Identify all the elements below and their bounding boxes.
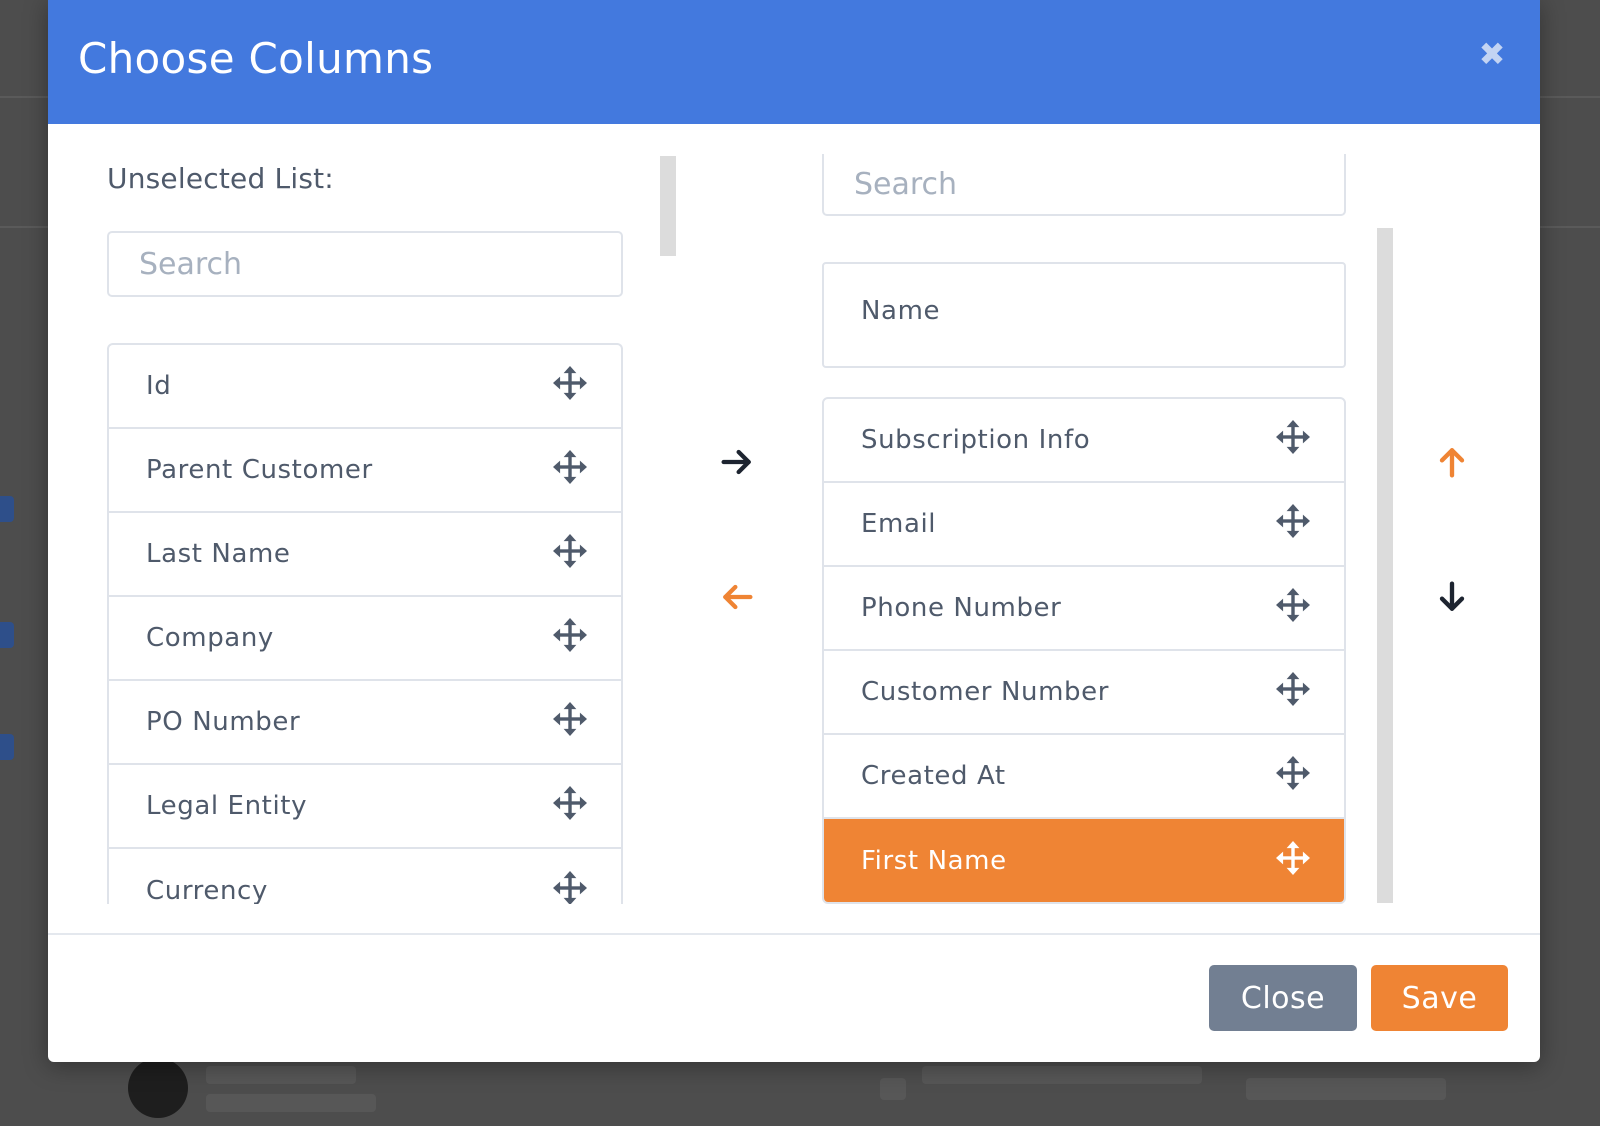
- list-item[interactable]: Email: [824, 483, 1344, 567]
- choose-columns-modal: Choose Columns ✖ Unselected List: Id Par…: [48, 0, 1540, 1062]
- backdrop-marker: [0, 734, 14, 760]
- move-icon[interactable]: [553, 450, 587, 484]
- selected-search-input[interactable]: [822, 154, 1346, 216]
- list-item[interactable]: PO Number: [109, 681, 621, 765]
- backdrop-text: [1246, 1078, 1446, 1100]
- arrow-up-icon[interactable]: [1432, 442, 1472, 482]
- list-item-label: Email: [861, 509, 937, 539]
- list-item-label: Customer Number: [861, 677, 1110, 707]
- list-item-label: Phone Number: [861, 593, 1062, 623]
- list-item-label: PO Number: [146, 707, 301, 737]
- backdrop-avatar: [128, 1058, 188, 1118]
- move-icon[interactable]: [553, 618, 587, 652]
- list-item[interactable]: Parent Customer: [109, 429, 621, 513]
- list-item[interactable]: Id: [109, 345, 621, 429]
- list-item[interactable]: Company: [109, 597, 621, 681]
- modal-title: Choose Columns: [78, 34, 434, 83]
- unselected-search-input[interactable]: [107, 231, 623, 297]
- move-icon[interactable]: [553, 366, 587, 400]
- pinned-column-name: Name: [822, 262, 1346, 368]
- list-item[interactable]: Created At: [824, 735, 1344, 819]
- move-icon[interactable]: [1276, 420, 1310, 454]
- save-button[interactable]: Save: [1371, 965, 1508, 1031]
- close-button[interactable]: Close: [1209, 965, 1357, 1031]
- list-item-label: Company: [146, 623, 274, 653]
- modal-header: Choose Columns ✖: [48, 0, 1540, 124]
- list-item[interactable]: Phone Number: [824, 567, 1344, 651]
- move-icon[interactable]: [553, 871, 587, 904]
- unselected-scrollbar[interactable]: [660, 156, 676, 256]
- unselected-list-label: Unselected List:: [107, 162, 334, 195]
- list-item[interactable]: Subscription Info: [824, 399, 1344, 483]
- arrow-down-icon[interactable]: [1432, 577, 1472, 617]
- list-item[interactable]: Legal Entity: [109, 765, 621, 849]
- list-item-label: Id: [146, 371, 172, 401]
- list-item-label: Legal Entity: [146, 791, 308, 821]
- backdrop-marker: [0, 622, 14, 648]
- selected-scrollbar[interactable]: [1377, 228, 1393, 903]
- move-icon[interactable]: [553, 786, 587, 820]
- list-item-label: Created At: [861, 761, 1006, 791]
- selected-list: Subscription Info Email Phone Number Cus…: [822, 397, 1346, 904]
- move-icon[interactable]: [1276, 504, 1310, 538]
- list-item-label: Parent Customer: [146, 455, 373, 485]
- move-icon[interactable]: [1276, 672, 1310, 706]
- backdrop-text: [206, 1094, 376, 1112]
- unselected-list: Id Parent Customer Last Name Company PO …: [107, 343, 623, 904]
- list-item-label: Subscription Info: [861, 425, 1091, 455]
- list-item-selected[interactable]: First Name: [824, 819, 1344, 902]
- backdrop-marker: [0, 496, 14, 522]
- list-item-label: First Name: [861, 846, 1007, 876]
- arrow-left-icon[interactable]: [717, 577, 757, 617]
- backdrop-text: [922, 1066, 1202, 1084]
- arrow-right-icon[interactable]: [717, 442, 757, 482]
- move-icon[interactable]: [553, 534, 587, 568]
- list-item-label: Currency: [146, 876, 268, 904]
- list-item-label: Last Name: [146, 539, 291, 569]
- move-icon[interactable]: [553, 702, 587, 736]
- move-icon[interactable]: [1276, 841, 1310, 875]
- close-icon[interactable]: ✖: [1474, 36, 1510, 72]
- backdrop-text: [206, 1066, 356, 1084]
- list-item[interactable]: Currency: [109, 849, 621, 904]
- move-icon[interactable]: [1276, 756, 1310, 790]
- move-icon[interactable]: [1276, 588, 1310, 622]
- list-item[interactable]: Customer Number: [824, 651, 1344, 735]
- list-item[interactable]: Last Name: [109, 513, 621, 597]
- modal-footer-divider: [48, 933, 1540, 935]
- backdrop-icon: [880, 1078, 906, 1100]
